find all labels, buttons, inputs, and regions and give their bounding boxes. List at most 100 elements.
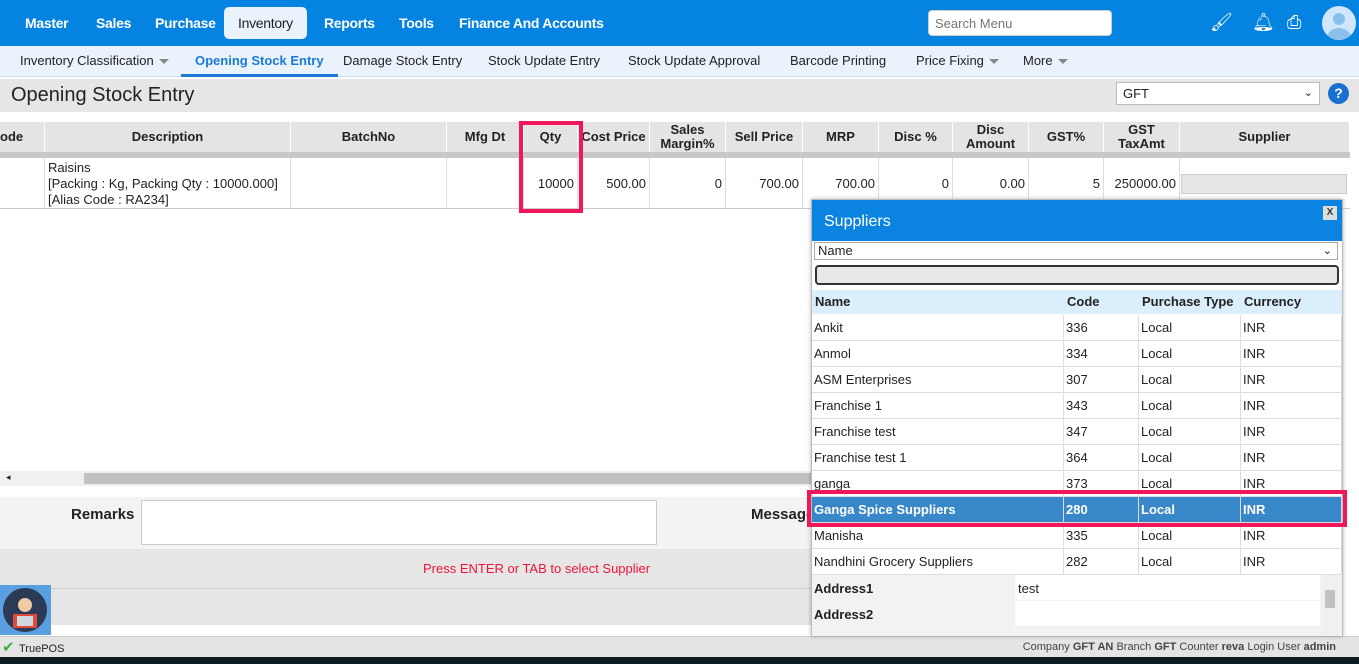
cell-code: 336 — [1064, 315, 1139, 341]
printer-icon[interactable]: ⎙ — [1287, 12, 1301, 33]
supplier-row[interactable]: Franchise test 1 364 Local INR — [812, 445, 1342, 471]
close-icon[interactable]: X — [1323, 206, 1337, 220]
subnav-price-fixing[interactable]: Price Fixing — [906, 46, 1009, 77]
bell-icon[interactable]: 🔔︎ — [1252, 12, 1275, 33]
cell-code: 334 — [1064, 341, 1139, 367]
col-cost-price: Cost Price — [578, 122, 650, 152]
search-menu-input[interactable] — [928, 10, 1112, 36]
scroll-left-icon[interactable]: ◂ — [6, 472, 11, 483]
cell-currency: INR — [1241, 445, 1342, 471]
cell-name: Ankit — [812, 315, 1064, 341]
subnav-stock-update-approval[interactable]: Stock Update Approval — [618, 46, 770, 77]
item-packing: [Packing : Kg, Packing Qty : 10000.000] — [48, 175, 278, 191]
user-avatar[interactable] — [1322, 6, 1356, 40]
subnav-barcode-printing[interactable]: Barcode Printing — [780, 46, 896, 77]
address2-label: Address2 — [814, 607, 874, 622]
cell-description[interactable]: Raisins [Packing : Kg, Packing Qty : 100… — [45, 158, 291, 209]
nav-finance[interactable]: Finance And Accounts — [445, 7, 618, 39]
address1-label: Address1 — [814, 581, 874, 596]
col-code: Code — [1064, 290, 1139, 314]
cell-currency: INR — [1241, 367, 1342, 393]
address1-value: test — [1015, 575, 1320, 600]
col-code: ode — [0, 122, 45, 152]
supplier-row[interactable]: Ankit 336 Local INR — [812, 315, 1342, 341]
chevron-down-icon: ⌄ — [1322, 245, 1332, 257]
cell-purchase-type: Local — [1139, 419, 1241, 445]
filter-field-select[interactable]: Name ⌄ — [814, 242, 1338, 260]
cell-code[interactable] — [0, 158, 45, 209]
cell-sales-margin[interactable]: 0 — [650, 158, 726, 209]
nav-master[interactable]: Master — [11, 7, 82, 39]
col-batchno: BatchNo — [291, 122, 447, 152]
cell-name: ASM Enterprises — [812, 367, 1064, 393]
cell-code: 347 — [1064, 419, 1139, 445]
cell-batchno[interactable] — [291, 158, 447, 209]
branch-value: GFT — [1154, 641, 1177, 653]
col-disc-pct: Disc % — [879, 122, 953, 152]
help-icon[interactable]: ? — [1328, 83, 1349, 104]
supplier-row[interactable]: ASM Enterprises 307 Local INR — [812, 367, 1342, 393]
cell-currency: INR — [1241, 549, 1342, 575]
cell-purchase-type: Local — [1139, 393, 1241, 419]
label: Inventory Classification — [20, 53, 154, 68]
item-name: Raisins — [48, 159, 91, 175]
label: Price Fixing — [916, 53, 984, 68]
supplier-row[interactable]: Franchise 1 343 Local INR — [812, 393, 1342, 419]
title-bar: Opening Stock Entry GFT ⌄ ? — [0, 79, 1359, 112]
qty-highlight — [519, 121, 583, 213]
col-gst-pct: GST% — [1029, 122, 1104, 152]
cell-purchase-type: Local — [1139, 549, 1241, 575]
cell-sell-price[interactable]: 700.00 — [726, 158, 803, 209]
subnav-damage-stock-entry[interactable]: Damage Stock Entry — [333, 46, 472, 77]
cell-cost-price[interactable]: 500.00 — [578, 158, 650, 209]
cell-mfg-dt[interactable] — [447, 158, 524, 209]
address-scrollbar[interactable] — [1322, 575, 1338, 636]
col-currency: Currency — [1241, 290, 1342, 314]
col-sell-price: Sell Price — [726, 122, 803, 152]
scrollbar-thumb[interactable] — [84, 473, 811, 484]
subnav-stock-update-entry[interactable]: Stock Update Entry — [478, 46, 610, 77]
assistant-avatar[interactable] — [0, 585, 51, 635]
top-navbar: Master Sales Purchase Inventory Reports … — [0, 0, 1359, 46]
cell-purchase-type: Local — [1139, 367, 1241, 393]
supplier-row[interactable]: Franchise test 347 Local INR — [812, 419, 1342, 445]
label: More — [1023, 53, 1053, 68]
nav-tools[interactable]: Tools — [385, 7, 448, 39]
col-description: Description — [45, 122, 291, 152]
cell-currency: INR — [1241, 341, 1342, 367]
nav-sales[interactable]: Sales — [82, 7, 145, 39]
selected-value: GFT — [1123, 86, 1149, 101]
cell-code: 307 — [1064, 367, 1139, 393]
paint-brush-icon[interactable]: 🖌 — [1210, 12, 1233, 33]
nav-inventory[interactable]: Inventory — [224, 7, 307, 39]
caret-down-icon — [1057, 59, 1068, 65]
remarks-section: Remarks Message — [0, 497, 814, 549]
cell-name: Franchise test — [812, 419, 1064, 445]
supplier-row[interactable]: Anmol 334 Local INR — [812, 341, 1342, 367]
subnav-opening-stock-entry[interactable]: Opening Stock Entry — [181, 46, 338, 77]
suppliers-popup: Suppliers X Name ⌄ Name Code Purchase Typ… — [811, 199, 1343, 636]
action-row — [0, 589, 811, 625]
nav-purchase[interactable]: Purchase — [141, 7, 230, 39]
address2-value — [1015, 601, 1320, 626]
supplier-input[interactable] — [1181, 173, 1347, 194]
cell-name: Nandhini Grocery Suppliers — [812, 549, 1064, 575]
subnav-more[interactable]: More — [1013, 46, 1078, 77]
selected-supplier-highlight — [807, 490, 1347, 527]
supplier-row[interactable]: Nandhini Grocery Suppliers 282 Local INR — [812, 549, 1342, 575]
cell-currency: INR — [1241, 315, 1342, 341]
check-icon: ✔ — [2, 639, 15, 656]
page-title: Opening Stock Entry — [11, 84, 195, 106]
popup-title: Suppliers — [812, 200, 1342, 241]
subnav-inventory-classification[interactable]: Inventory Classification — [10, 46, 179, 77]
cell-name: Franchise test 1 — [812, 445, 1064, 471]
status-bar: ✔ TruePOS Company GFT AN Branch GFT Coun… — [0, 636, 1359, 658]
company-select[interactable]: GFT ⌄ — [1116, 82, 1320, 105]
horizontal-scrollbar[interactable]: ◂ — [0, 471, 811, 486]
address-section: Address1 test Address2 — [812, 575, 1342, 636]
user-label: Login User — [1247, 641, 1301, 653]
counter-value: reva — [1221, 641, 1245, 653]
remarks-textarea[interactable] — [141, 500, 657, 545]
nav-reports[interactable]: Reports — [310, 7, 389, 39]
supplier-search-input[interactable] — [815, 265, 1339, 285]
